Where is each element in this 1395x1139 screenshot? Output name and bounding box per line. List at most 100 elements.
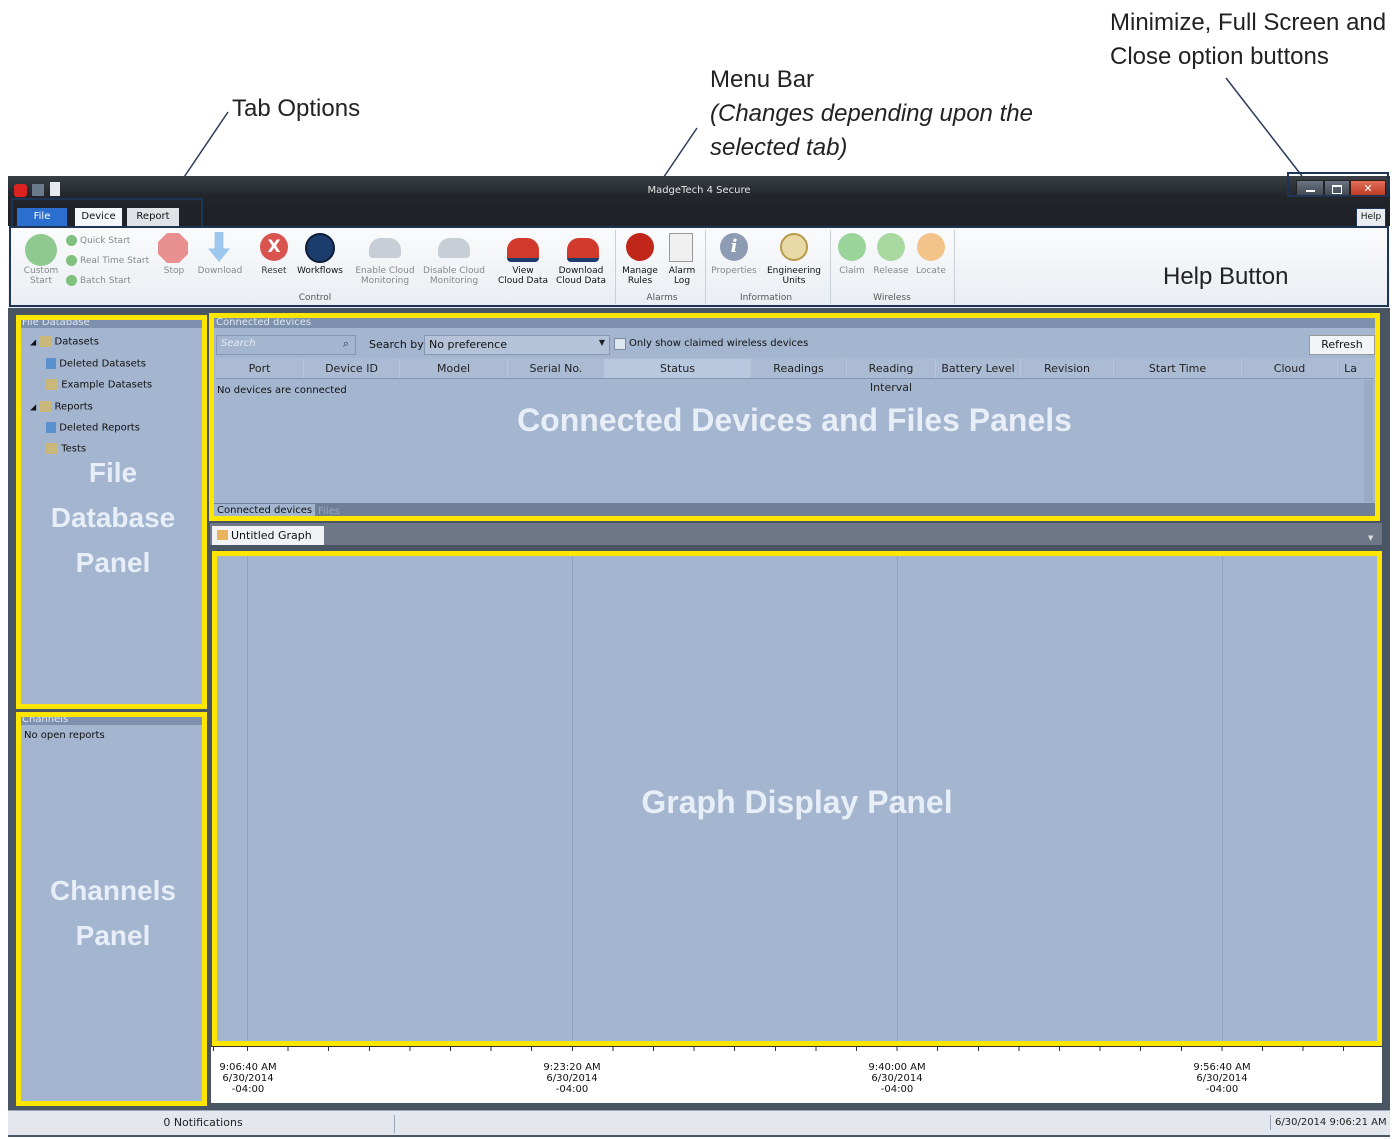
release-icon — [877, 233, 905, 261]
disable-cloud-label-2: Monitoring — [429, 276, 479, 286]
custom-start-icon — [25, 234, 57, 266]
enable-cloud-label-2: Monitoring — [360, 276, 410, 286]
tab-strip — [8, 208, 1390, 226]
x-tick-label-1: 9:06:40 AM 6/30/2014 -04:00 — [208, 1062, 288, 1095]
manage-rules-label-1: Manage — [622, 266, 658, 276]
x-tick-label-2: 9:23:20 AM 6/30/2014 -04:00 — [532, 1062, 612, 1095]
disable-cloud-monitoring-icon — [438, 238, 470, 258]
annotation-help-button: Help Button — [1163, 263, 1289, 290]
x-tick-1-time: 9:06:40 AM — [219, 1062, 277, 1073]
window-buttons-highlight — [1287, 172, 1389, 197]
view-cloud-label-1: View — [512, 266, 534, 276]
release-button[interactable]: Release — [870, 266, 912, 276]
properties-icon: i — [720, 233, 748, 261]
x-tick-2-time: 9:23:20 AM — [543, 1062, 601, 1073]
enable-cloud-monitoring-icon — [369, 238, 401, 258]
x-tick-label-4: 9:56:40 AM 6/30/2014 -04:00 — [1182, 1062, 1262, 1095]
manage-rules-label-2: Rules — [627, 276, 653, 286]
graph-icon — [217, 530, 228, 540]
x-tick-1-tz: -04:00 — [231, 1084, 265, 1095]
x-axis-minor-ticks — [211, 1047, 1382, 1051]
download-cloud-label-1: Download — [558, 266, 604, 276]
x-tick-3-tz: -04:00 — [880, 1084, 914, 1095]
workflows-icon — [305, 233, 335, 263]
claim-button[interactable]: Claim — [834, 266, 870, 276]
x-tick-4-time: 9:56:40 AM — [1193, 1062, 1251, 1073]
ribbon-separator-1 — [615, 230, 616, 304]
window-title: MadgeTech 4 Secure — [647, 185, 751, 196]
ribbon-separator-4 — [954, 230, 955, 304]
download-cloud-data-icon — [567, 238, 599, 262]
x-tick-2-date: 6/30/2014 — [546, 1073, 598, 1084]
engineering-units-button[interactable]: Engineering Units — [762, 266, 826, 286]
stop-icon — [158, 233, 188, 263]
group-label-control: Control — [298, 293, 332, 303]
workflows-button[interactable]: Workflows — [292, 266, 348, 276]
disable-cloud-label-1: Disable Cloud — [423, 266, 485, 276]
engineering-units-icon — [780, 233, 808, 261]
locate-button[interactable]: Locate — [912, 266, 950, 276]
real-time-start-icon — [66, 255, 77, 266]
download-cloud-label-2: Cloud Data — [555, 276, 607, 286]
ribbon-separator-3 — [830, 230, 831, 304]
download-cloud-data-button[interactable]: Download Cloud Data — [552, 266, 610, 286]
view-cloud-data-button[interactable]: View Cloud Data — [494, 266, 552, 286]
annotation-file-database-line3: Panel — [75, 547, 151, 578]
real-time-start-button[interactable]: Real Time Start — [80, 256, 149, 266]
ribbon-separator-2 — [705, 230, 706, 304]
graph-tab-title: Untitled Graph — [231, 529, 312, 542]
enable-cloud-label-1: Enable Cloud — [355, 266, 415, 276]
disable-cloud-monitoring-button[interactable]: Disable Cloud Monitoring — [420, 266, 488, 286]
annotation-graph-panel: Graph Display Panel — [641, 784, 953, 820]
annotation-file-database-panel: File Database Panel — [18, 450, 208, 585]
annotation-file-database-line2: Database — [50, 502, 176, 533]
reset-button[interactable]: Reset — [256, 266, 292, 276]
x-tick-2-tz: -04:00 — [555, 1084, 589, 1095]
x-tick-3-time: 9:40:00 AM — [868, 1062, 926, 1073]
title-bar: MadgeTech 4 Secure ✕ — [8, 176, 1390, 208]
graph-menu-arrow-icon[interactable]: ▼ — [1368, 534, 1373, 542]
alarm-log-label-2: Log — [673, 276, 691, 286]
annotation-channels-line1: Channels — [49, 875, 177, 906]
notifications-status[interactable]: 0 Notifications — [12, 1115, 395, 1133]
manage-rules-button[interactable]: Manage Rules — [620, 266, 660, 286]
enable-cloud-monitoring-button[interactable]: Enable Cloud Monitoring — [352, 266, 418, 286]
x-tick-label-3: 9:40:00 AM 6/30/2014 -04:00 — [857, 1062, 937, 1095]
batch-start-icon — [66, 275, 77, 286]
view-cloud-label-2: Cloud Data — [497, 276, 549, 286]
batch-start-button[interactable]: Batch Start — [80, 276, 131, 286]
annotation-channels-panel: Channels Panel — [18, 868, 208, 958]
alarm-log-icon — [669, 233, 693, 262]
annotation-channels-line2: Panel — [75, 920, 151, 951]
x-tick-4-date: 6/30/2014 — [1196, 1073, 1248, 1084]
stop-button[interactable]: Stop — [158, 266, 190, 276]
group-label-information: Information — [739, 293, 793, 303]
engineering-units-label-2: Units — [782, 276, 806, 286]
reset-icon: X — [260, 233, 288, 261]
claim-icon — [838, 233, 866, 261]
group-label-alarms: Alarms — [646, 293, 678, 303]
annotation-file-database-line1: File — [88, 457, 138, 488]
manage-rules-icon — [626, 233, 654, 261]
locate-icon — [917, 233, 945, 261]
connected-devices-highlight — [209, 313, 1380, 521]
engineering-units-label-1: Engineering — [767, 266, 821, 276]
custom-start-button[interactable]: Custom Start — [18, 266, 64, 286]
custom-start-label-2: Start — [30, 276, 52, 286]
x-tick-1-date: 6/30/2014 — [222, 1073, 274, 1084]
help-button[interactable]: Help — [1356, 208, 1386, 227]
status-datetime: 6/30/2014 9:06:21 AM — [1270, 1115, 1391, 1130]
view-cloud-data-icon — [507, 238, 539, 262]
quick-start-icon — [66, 235, 77, 246]
group-label-wireless: Wireless — [873, 293, 911, 303]
download-button[interactable]: Download — [194, 266, 246, 276]
alarm-log-label-1: Alarm — [668, 266, 696, 276]
quick-start-button[interactable]: Quick Start — [80, 236, 130, 246]
alarm-log-button[interactable]: Alarm Log — [662, 266, 702, 286]
properties-button[interactable]: Properties — [708, 266, 760, 276]
custom-start-label-1: Custom — [23, 266, 59, 276]
graph-tab-strip — [210, 523, 1382, 545]
callout-line-window-buttons — [1225, 77, 1303, 177]
x-tick-4-tz: -04:00 — [1205, 1084, 1239, 1095]
graph-tab[interactable]: Untitled Graph ✕ — [212, 526, 324, 561]
